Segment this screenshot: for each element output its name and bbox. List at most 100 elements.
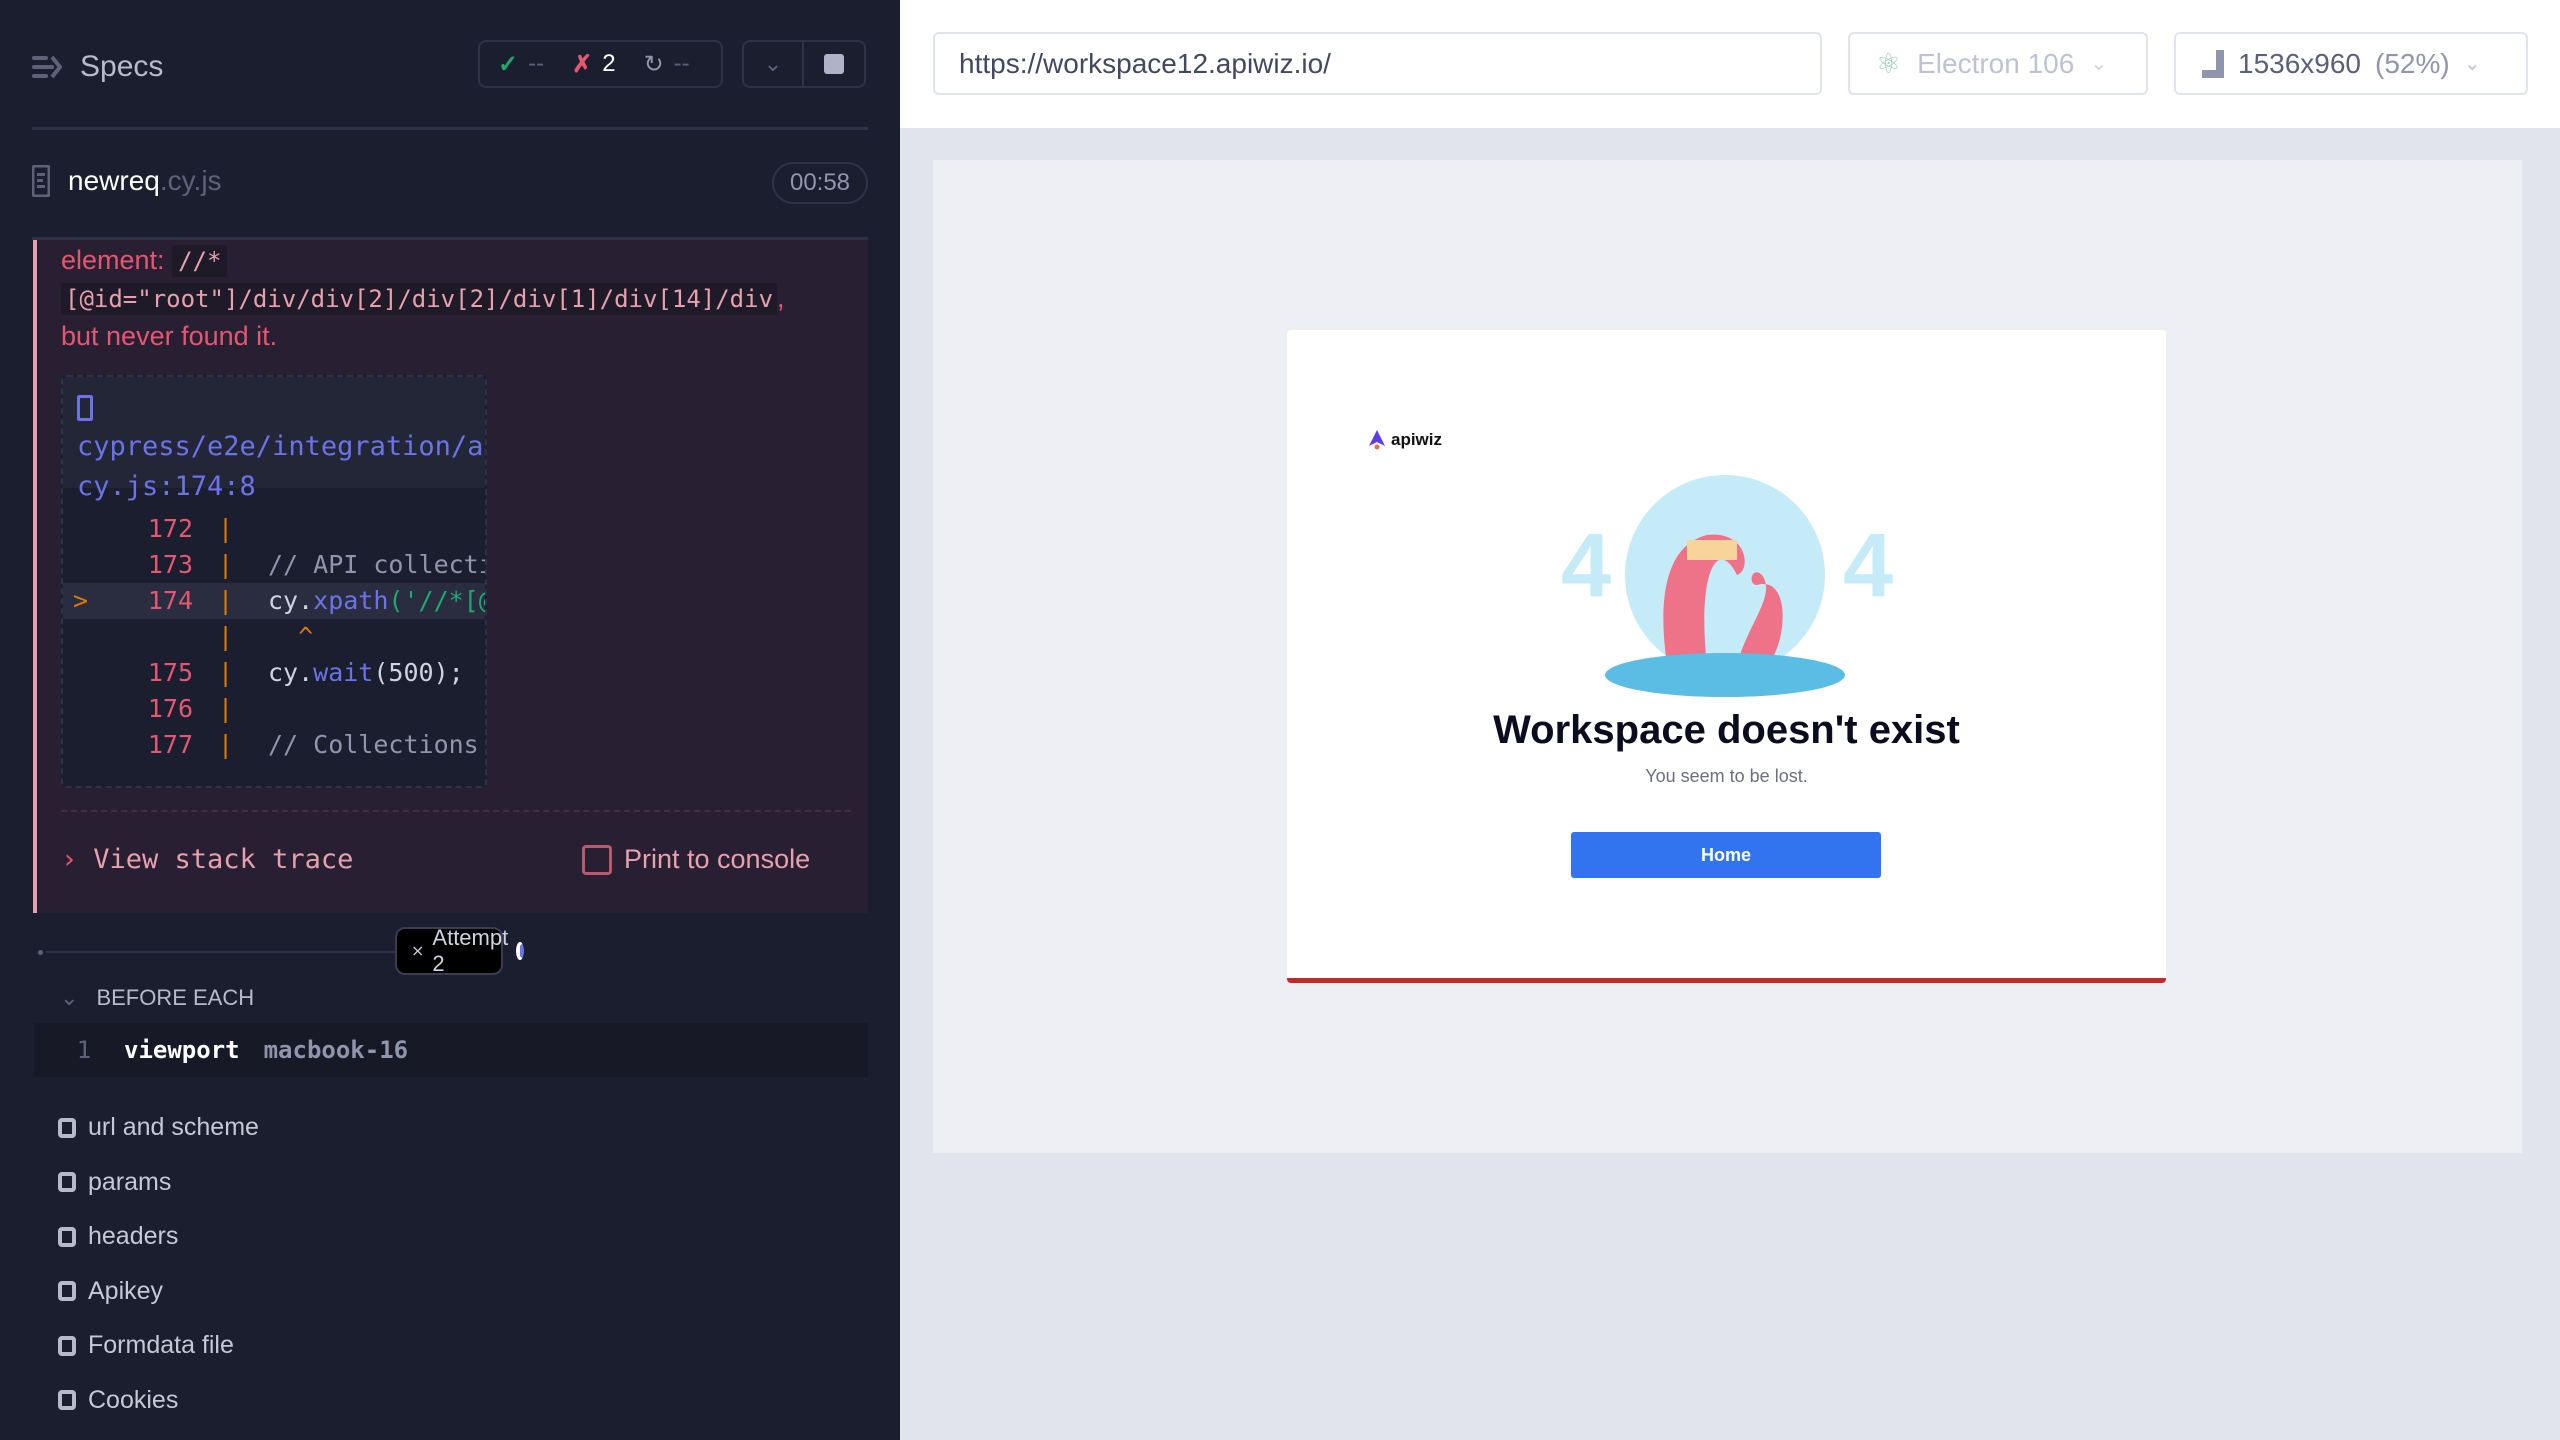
code-text: cy. bbox=[268, 658, 314, 687]
apiwiz-logo[interactable]: apiwiz bbox=[1369, 430, 1442, 450]
gutter-bar: | bbox=[218, 730, 234, 759]
chevron-right-icon: › bbox=[61, 844, 78, 875]
code-text: ^ bbox=[268, 622, 314, 651]
test-title: headers bbox=[88, 1222, 179, 1250]
test-title: Apikey bbox=[88, 1276, 164, 1305]
apiwiz-logo-icon bbox=[1369, 430, 1385, 450]
command-number: 1 bbox=[76, 1036, 92, 1064]
line-number: 177 bbox=[147, 730, 193, 759]
line-number: 172 bbox=[147, 514, 193, 543]
test-item[interactable]: Formdata file bbox=[58, 1331, 234, 1360]
hook-title: BEFORE EACH bbox=[96, 985, 255, 1010]
failed-icon: ✗ bbox=[572, 50, 593, 78]
passed-count: -- bbox=[528, 50, 545, 77]
chevron-down-button[interactable]: ⌄ bbox=[744, 42, 804, 86]
failed-count: 2 bbox=[602, 50, 616, 77]
line-number: 174 bbox=[147, 586, 193, 615]
logo-text: apiwiz bbox=[1391, 430, 1443, 449]
attempt-label: Attempt 2 bbox=[432, 925, 509, 976]
gutter-bar: | bbox=[218, 658, 234, 687]
gutter-bar: | bbox=[218, 550, 234, 579]
divider bbox=[46, 951, 406, 953]
code-line: >174 | cy.xpath('//*[@id="root"]/div/div[ bbox=[63, 583, 485, 619]
chevron-down-icon: ⌄ bbox=[2090, 53, 2108, 75]
attempt-tag[interactable]: ⨯ Attempt 2 bbox=[395, 925, 525, 976]
passed-icon: ✓ bbox=[498, 50, 519, 78]
command-arg: macbook-16 bbox=[263, 1036, 409, 1064]
404-illustration: 4 4 bbox=[1547, 475, 1907, 705]
browser-selector[interactable]: ⚛ Electron 106 ⌄ bbox=[1848, 32, 2148, 95]
code-text: // Collections bbox=[268, 730, 479, 759]
pending-test-icon bbox=[58, 1117, 76, 1138]
document-icon bbox=[77, 394, 93, 421]
command-name: viewport bbox=[124, 1036, 240, 1064]
pending-test-icon bbox=[58, 1226, 76, 1247]
divider bbox=[61, 810, 851, 812]
current-line-marker: > bbox=[73, 586, 89, 615]
pending-count: -- bbox=[673, 50, 690, 77]
app-preview: https://workspace12.apiwiz.io/ ⚛ Electron… bbox=[900, 0, 2560, 1440]
pending-test-icon bbox=[58, 1172, 76, 1192]
viewport-size: 1536x960 bbox=[2238, 47, 2362, 79]
code-line: 172 | bbox=[63, 511, 485, 547]
url-bar[interactable]: https://workspace12.apiwiz.io/ bbox=[933, 32, 1822, 95]
command-row[interactable]: 1 viewport macbook-16 bbox=[34, 1023, 868, 1077]
pending-icon: ↻ bbox=[643, 50, 664, 78]
code-line: 173 | // API collections bbox=[63, 547, 485, 583]
viewport-selector[interactable]: 1536x960 (52%) ⌄ bbox=[2174, 32, 2528, 95]
gutter-bar: | bbox=[218, 622, 234, 651]
line-number: 175 bbox=[147, 658, 193, 687]
controls-box: ⌄ bbox=[742, 40, 866, 88]
chevron-down-icon: ⌄ bbox=[763, 51, 783, 76]
test-item[interactable]: params bbox=[58, 1168, 171, 1197]
spec-file[interactable]: newreq.cy.js bbox=[32, 165, 222, 197]
collapse-icon: ⨯ bbox=[411, 943, 425, 960]
url-text: https://workspace12.apiwiz.io/ bbox=[959, 47, 1331, 79]
stop-icon bbox=[824, 54, 844, 74]
reporter-panel: Specs ✓ -- ✗ 2 ↻ -- ⌄ newreq.cy.js 00:58 el… bbox=[0, 0, 900, 1440]
aut-frame: apiwiz 4 4 Workspace doesn't exist You s… bbox=[933, 160, 2522, 1153]
code-lines: 172|173|// API collections>174|cy.xpath(… bbox=[63, 511, 485, 771]
code-fn: wait bbox=[313, 658, 374, 687]
file-link[interactable]: cypress/e2e/integration/astrum/newreq. cy… bbox=[63, 377, 485, 502]
specs-button[interactable]: Specs bbox=[32, 50, 163, 84]
print-to-console-button[interactable]: Print to console bbox=[582, 844, 810, 875]
test-item[interactable]: Cookies bbox=[58, 1386, 178, 1415]
duration-badge: 00:58 bbox=[772, 162, 868, 204]
terminal-icon bbox=[582, 844, 612, 875]
line-number: 173 bbox=[147, 550, 193, 579]
test-item[interactable]: url and scheme bbox=[58, 1113, 259, 1142]
test-title: Cookies bbox=[88, 1385, 179, 1414]
document-icon bbox=[32, 165, 50, 197]
selector-code: //* bbox=[172, 245, 228, 277]
gutter-bar: | bbox=[218, 694, 234, 723]
spec-ext: .cy.js bbox=[159, 165, 222, 196]
error-message: element: //* [@id="root"]/div/div[2]/div… bbox=[61, 242, 851, 355]
test-title: url and scheme bbox=[88, 1113, 259, 1141]
file-path: cypress/e2e/integration/astrum/newreq. bbox=[77, 431, 485, 462]
test-title: Formdata file bbox=[88, 1331, 234, 1359]
specs-title: Specs bbox=[80, 50, 164, 83]
pending-test-icon bbox=[58, 1281, 76, 1301]
print-label: Print to console bbox=[624, 844, 811, 874]
test-item[interactable]: Apikey bbox=[58, 1277, 163, 1306]
hook-header[interactable]: ⌄ BEFORE EACH bbox=[60, 985, 254, 1011]
stop-button[interactable] bbox=[804, 42, 864, 86]
gutter-bar: | bbox=[218, 586, 234, 615]
test-item[interactable]: headers bbox=[58, 1222, 178, 1251]
octopus-illustration bbox=[1605, 475, 1845, 697]
view-stack-label: View stack trace bbox=[93, 844, 354, 875]
code-fn: xpath bbox=[313, 586, 389, 615]
code-args: (500); bbox=[373, 658, 464, 687]
file-position: cy.js:174:8 bbox=[77, 471, 256, 502]
view-stack-trace-button[interactable]: › View stack trace bbox=[61, 844, 353, 875]
pending-test-icon bbox=[58, 1335, 76, 1356]
code-line: | ^ bbox=[63, 619, 485, 655]
code-text: cy. bbox=[268, 586, 314, 615]
code-line: 177 | // Collections bbox=[63, 727, 485, 763]
chevron-down-icon: ⌄ bbox=[2463, 53, 2481, 75]
selector-code: [@id="root"]/div/div[2]/div[2]/div[1]/di… bbox=[61, 283, 778, 315]
error-card: apiwiz 4 4 Workspace doesn't exist You s… bbox=[1287, 330, 2166, 983]
error-title: Workspace doesn't exist bbox=[1493, 708, 1960, 752]
home-button[interactable]: Home bbox=[1571, 832, 1881, 878]
